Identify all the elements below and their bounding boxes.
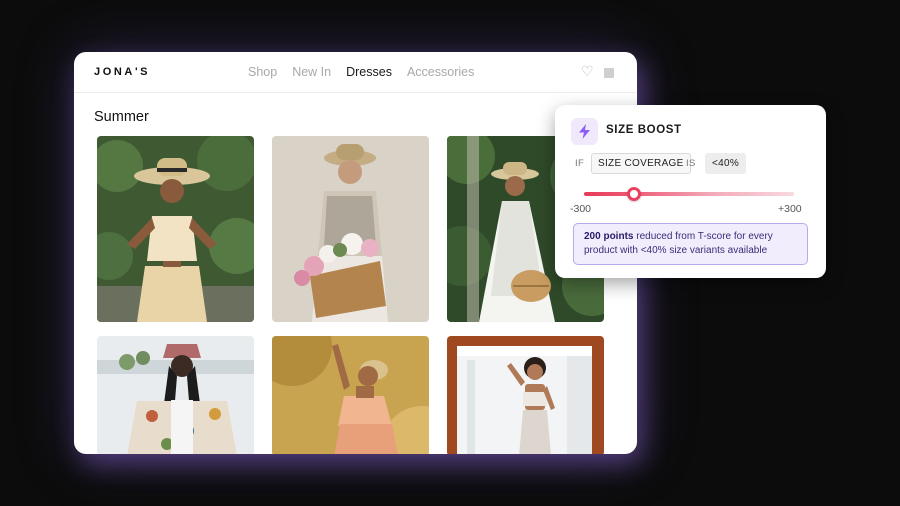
product-image[interactable] [272, 336, 429, 454]
condition-value[interactable]: <40% [705, 153, 747, 174]
card-title: SIZE BOOST [606, 124, 682, 136]
boost-slider-track[interactable] [584, 192, 794, 196]
nav-shop[interactable]: Shop [248, 65, 277, 79]
points-value: 200 points [584, 231, 634, 242]
brand-logo[interactable]: JONA'S [94, 66, 150, 78]
nav-new-in[interactable]: New In [292, 65, 331, 79]
nav-dresses[interactable]: Dresses [346, 65, 392, 79]
condition-field[interactable]: SIZE COVERAGE [591, 153, 691, 174]
condition-if-label: IF [575, 158, 585, 169]
product-image[interactable] [97, 336, 254, 454]
nav-accessories[interactable]: Accessories [407, 65, 474, 79]
field-chip[interactable]: SIZE COVERAGE [591, 153, 691, 174]
nav-menu: Shop New In Dresses Accessories [248, 65, 489, 79]
size-boost-card: SIZE BOOST IF SIZE COVERAGE IS <40% -300… [555, 105, 826, 278]
bag-icon[interactable] [604, 68, 614, 78]
slider-min-label: -300 [570, 203, 592, 215]
product-image[interactable] [97, 136, 254, 322]
boost-slider-handle[interactable] [627, 187, 641, 201]
condition-is-label: IS [686, 158, 696, 169]
heart-icon[interactable]: ♡ [581, 63, 594, 80]
top-nav: JONA'S Shop New In Dresses Accessories ♡ [74, 52, 637, 93]
product-image[interactable] [272, 136, 429, 322]
slider-max-label: +300 [778, 203, 802, 215]
value-chip[interactable]: <40% [705, 153, 747, 174]
rule-description: 200 points reduced from T-score for ever… [573, 223, 808, 265]
section-title: Summer [94, 109, 149, 125]
store-window: JONA'S Shop New In Dresses Accessories ♡… [74, 52, 637, 454]
product-image[interactable] [447, 336, 604, 454]
lightning-bolt-icon [571, 118, 598, 145]
